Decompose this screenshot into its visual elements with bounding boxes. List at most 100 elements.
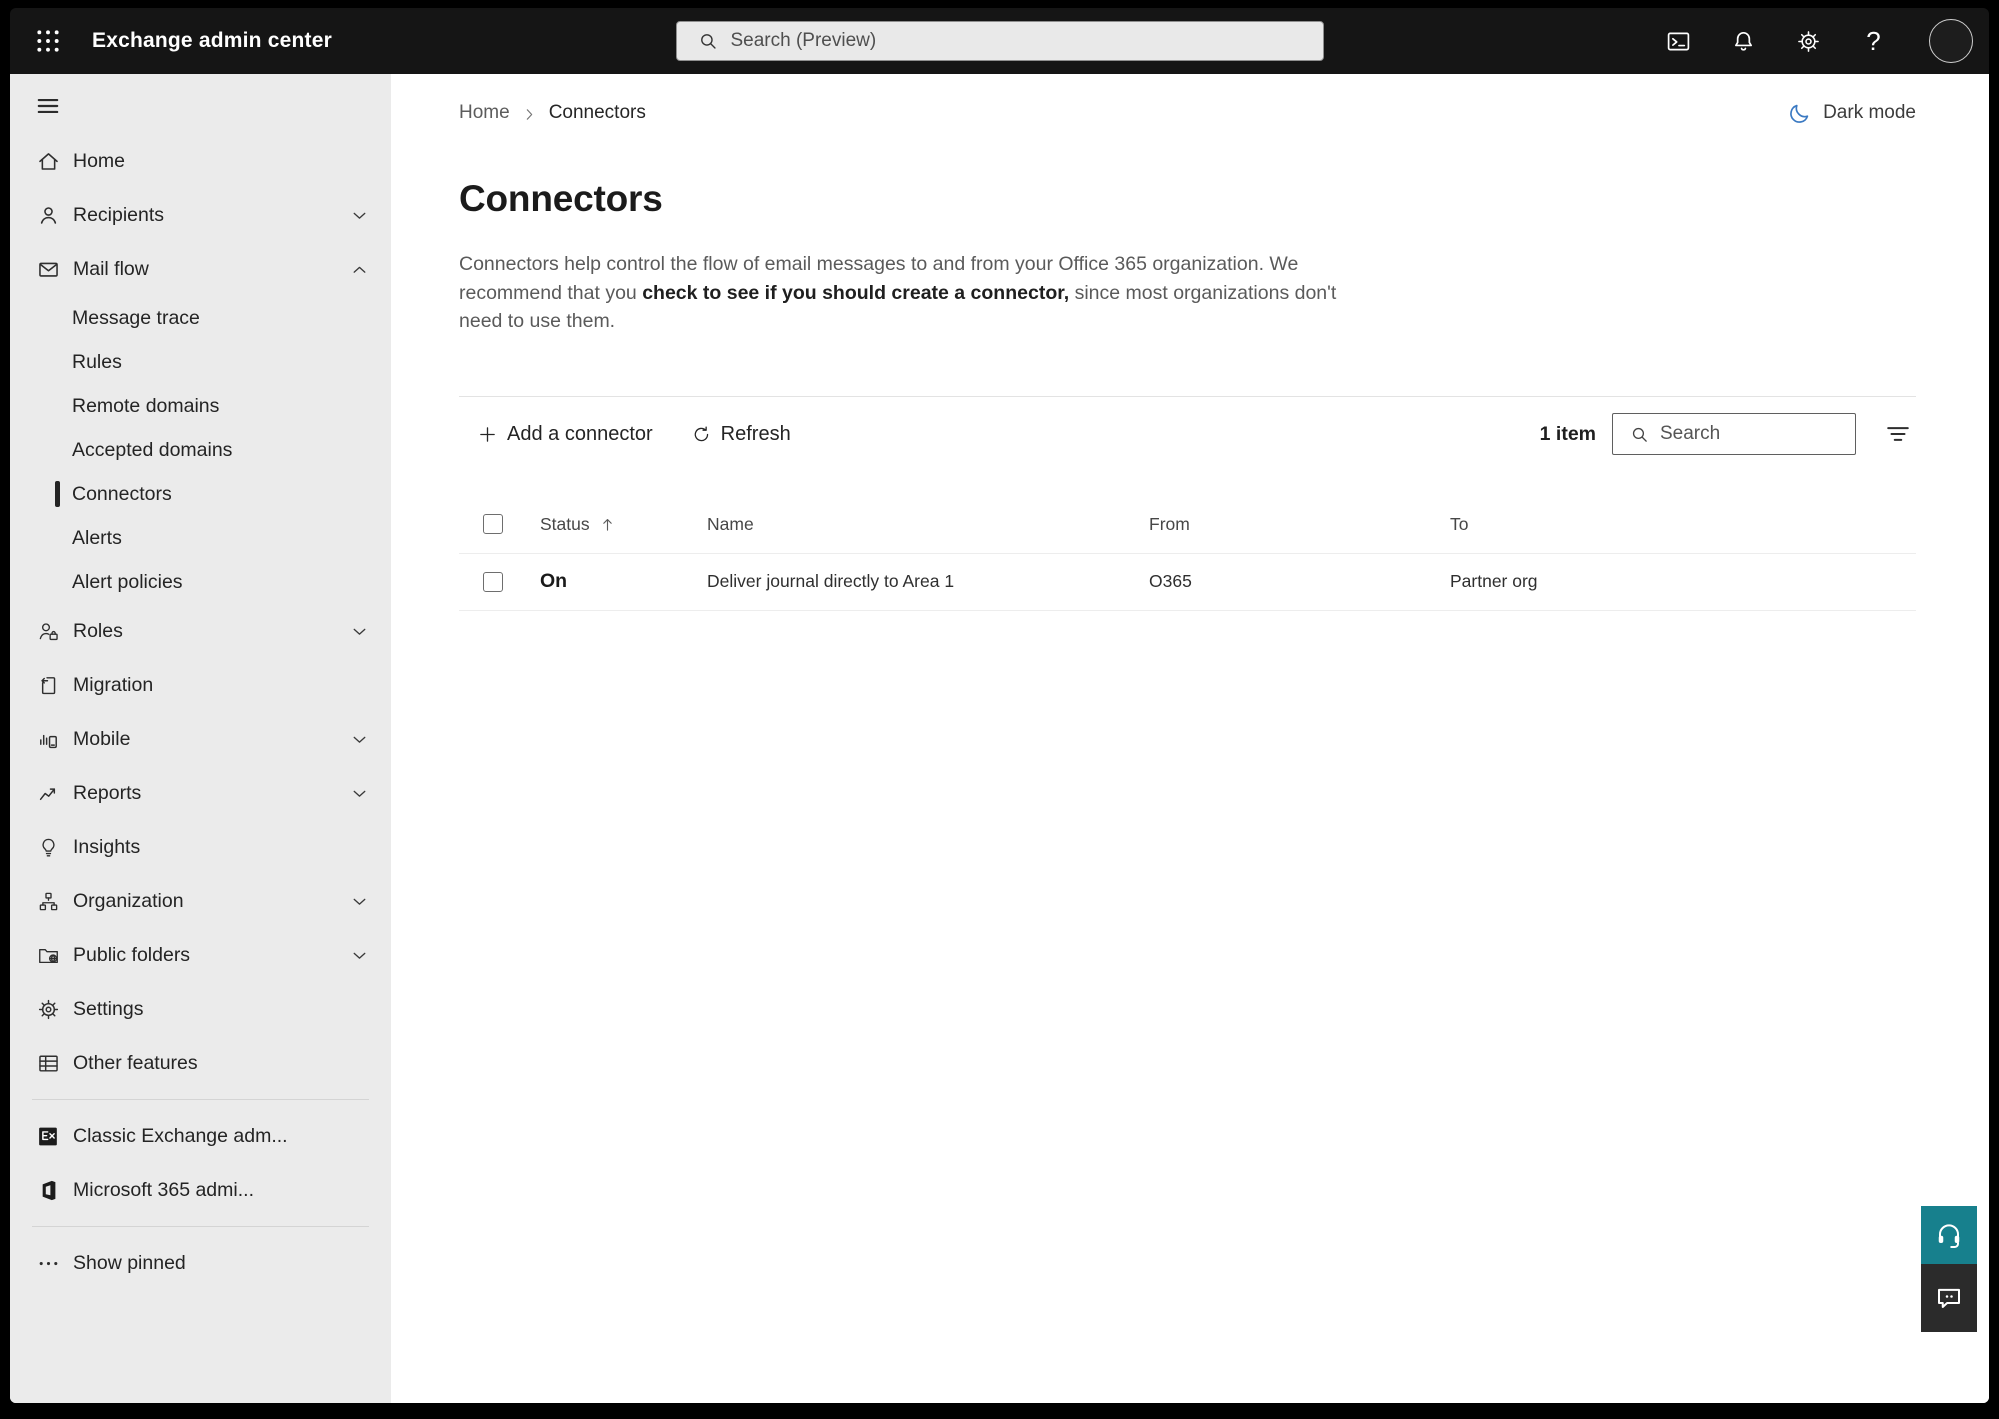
sidebar-item-label: Remote domains — [72, 394, 220, 417]
sidebar-item-mail-flow[interactable]: Mail flow — [10, 242, 391, 296]
feedback-button[interactable] — [1921, 1264, 1977, 1332]
sidebar-divider — [32, 1226, 369, 1227]
sidebar-item-public-folders[interactable]: Public folders — [10, 928, 391, 982]
floating-actions — [1921, 1206, 1977, 1332]
powershell-button[interactable] — [1665, 28, 1692, 55]
app-launcher-button[interactable] — [26, 19, 70, 63]
sidebar-item-show-pinned[interactable]: Show pinned — [10, 1236, 391, 1290]
sidebar-item-label: Mail flow — [73, 257, 149, 280]
sidebar-item-label: Settings — [73, 997, 144, 1020]
global-search-input[interactable] — [730, 30, 1311, 52]
chevron-down-icon[interactable] — [348, 890, 371, 913]
sidebar-item-label: Show pinned — [73, 1251, 186, 1274]
add-connector-label: Add a connector — [507, 422, 653, 445]
help-button[interactable]: ? — [1860, 27, 1887, 55]
avatar[interactable] — [1929, 19, 1973, 63]
sidebar-item-accepted-domains[interactable]: Accepted domains — [10, 428, 391, 472]
chevron-right-icon — [522, 106, 537, 121]
column-header-to[interactable]: To — [1450, 514, 1916, 535]
settings-button[interactable] — [1795, 28, 1822, 55]
description-emphasis: check to see if you should create a conn… — [642, 281, 1070, 304]
add-connector-button[interactable]: Add a connector — [473, 417, 657, 452]
classic-exchange-icon — [36, 1124, 61, 1149]
sidebar-item-message-trace[interactable]: Message trace — [10, 296, 391, 340]
chevron-down-icon[interactable] — [348, 782, 371, 805]
sidebar-item-other-features[interactable]: Other features — [10, 1036, 391, 1090]
sidebar-item-alert-policies[interactable]: Alert policies — [10, 560, 391, 604]
sidebar-nav: Home Recipients Mail flow Message trace Rule… — [10, 134, 391, 1290]
topbar-actions: ? — [1665, 19, 1973, 63]
sidebar-item-settings[interactable]: Settings — [10, 982, 391, 1036]
chevron-down-icon[interactable] — [348, 728, 371, 751]
organization-icon — [36, 889, 61, 914]
sidebar-item-home[interactable]: Home — [10, 134, 391, 188]
table-body: On Deliver journal directly to Area 1 O365… — [459, 554, 1916, 611]
sidebar-item-connectors[interactable]: Connectors — [10, 472, 391, 516]
sidebar-item-label: Recipients — [73, 203, 165, 226]
sidebar-item-microsoft-365-admi[interactable]: Microsoft 365 admi... — [10, 1163, 391, 1217]
chevron-down-icon[interactable] — [348, 204, 371, 227]
migration-icon — [36, 673, 61, 698]
main-content: Home Connectors Dark mode Connectors Con… — [391, 74, 1989, 1403]
settings-icon — [36, 997, 61, 1022]
notifications-button[interactable] — [1730, 28, 1757, 55]
roles-icon — [36, 619, 61, 644]
gear-icon — [1795, 30, 1822, 58]
sidebar-item-reports[interactable]: Reports — [10, 766, 391, 820]
refresh-button[interactable]: Refresh — [687, 417, 795, 452]
hamburger-icon — [35, 98, 61, 122]
chevron-down-icon[interactable] — [348, 944, 371, 967]
dark-mode-toggle[interactable]: Dark mode — [1787, 101, 1916, 126]
plus-icon — [477, 424, 498, 445]
mobile-icon — [36, 727, 61, 752]
reports-icon — [36, 781, 61, 806]
sidebar-item-migration[interactable]: Migration — [10, 658, 391, 712]
sidebar-item-label: Reports — [73, 781, 142, 804]
sidebar-item-label: Alert policies — [72, 570, 183, 593]
breadcrumb-home-link[interactable]: Home — [459, 102, 510, 124]
refresh-icon — [691, 424, 712, 445]
search-icon — [1629, 424, 1650, 445]
sidebar-item-alerts[interactable]: Alerts — [10, 516, 391, 560]
list-search-input[interactable] — [1660, 423, 1845, 445]
show-pinned-icon — [36, 1251, 61, 1276]
row-checkbox[interactable] — [483, 571, 503, 592]
terminal-icon — [1665, 32, 1692, 58]
collapse-nav-button[interactable] — [28, 86, 68, 126]
sidebar-item-mobile[interactable]: Mobile — [10, 712, 391, 766]
sidebar-item-label: Other features — [73, 1051, 198, 1074]
moon-icon — [1787, 101, 1812, 126]
topbar: Exchange admin center ? — [10, 8, 1989, 74]
list-toolbar: Add a connector Refresh 1 item — [459, 395, 1916, 472]
bell-icon — [1730, 31, 1757, 58]
filter-button[interactable] — [1880, 416, 1916, 452]
column-header-name[interactable]: Name — [707, 514, 1149, 535]
sidebar-item-organization[interactable]: Organization — [10, 874, 391, 928]
sidebar-item-label: Roles — [73, 619, 123, 642]
public-folders-icon — [36, 943, 61, 968]
sidebar-item-rules[interactable]: Rules — [10, 340, 391, 384]
connectors-table: Status Name From To On Deliver journal di… — [459, 496, 1916, 611]
sidebar-item-insights[interactable]: Insights — [10, 820, 391, 874]
breadcrumb-current: Connectors — [548, 102, 646, 123]
sidebar-item-classic-exchange-adm[interactable]: Classic Exchange adm... — [10, 1109, 391, 1163]
sidebar-item-remote-domains[interactable]: Remote domains — [10, 384, 391, 428]
chevron-up-icon[interactable] — [348, 258, 371, 281]
filter-icon — [1884, 427, 1912, 451]
other-features-icon — [36, 1051, 61, 1076]
selected-indicator — [55, 481, 60, 507]
breadcrumb: Home Connectors — [459, 102, 646, 124]
sidebar-item-recipients[interactable]: Recipients — [10, 188, 391, 242]
select-all-checkbox[interactable] — [483, 514, 503, 534]
column-header-status[interactable]: Status — [540, 514, 590, 535]
sidebar-item-roles[interactable]: Roles — [10, 604, 391, 658]
table-row[interactable]: On Deliver journal directly to Area 1 O365… — [459, 554, 1916, 611]
sidebar-divider — [32, 1099, 369, 1100]
row-from: O365 — [1149, 571, 1192, 591]
sidebar-item-label: Home — [73, 149, 126, 172]
page-description: Connectors help control the flow of emai… — [459, 250, 1343, 336]
sidebar-item-label: Alerts — [72, 526, 122, 549]
support-button[interactable] — [1921, 1206, 1977, 1264]
chevron-down-icon[interactable] — [348, 620, 371, 643]
column-header-from[interactable]: From — [1149, 514, 1450, 535]
